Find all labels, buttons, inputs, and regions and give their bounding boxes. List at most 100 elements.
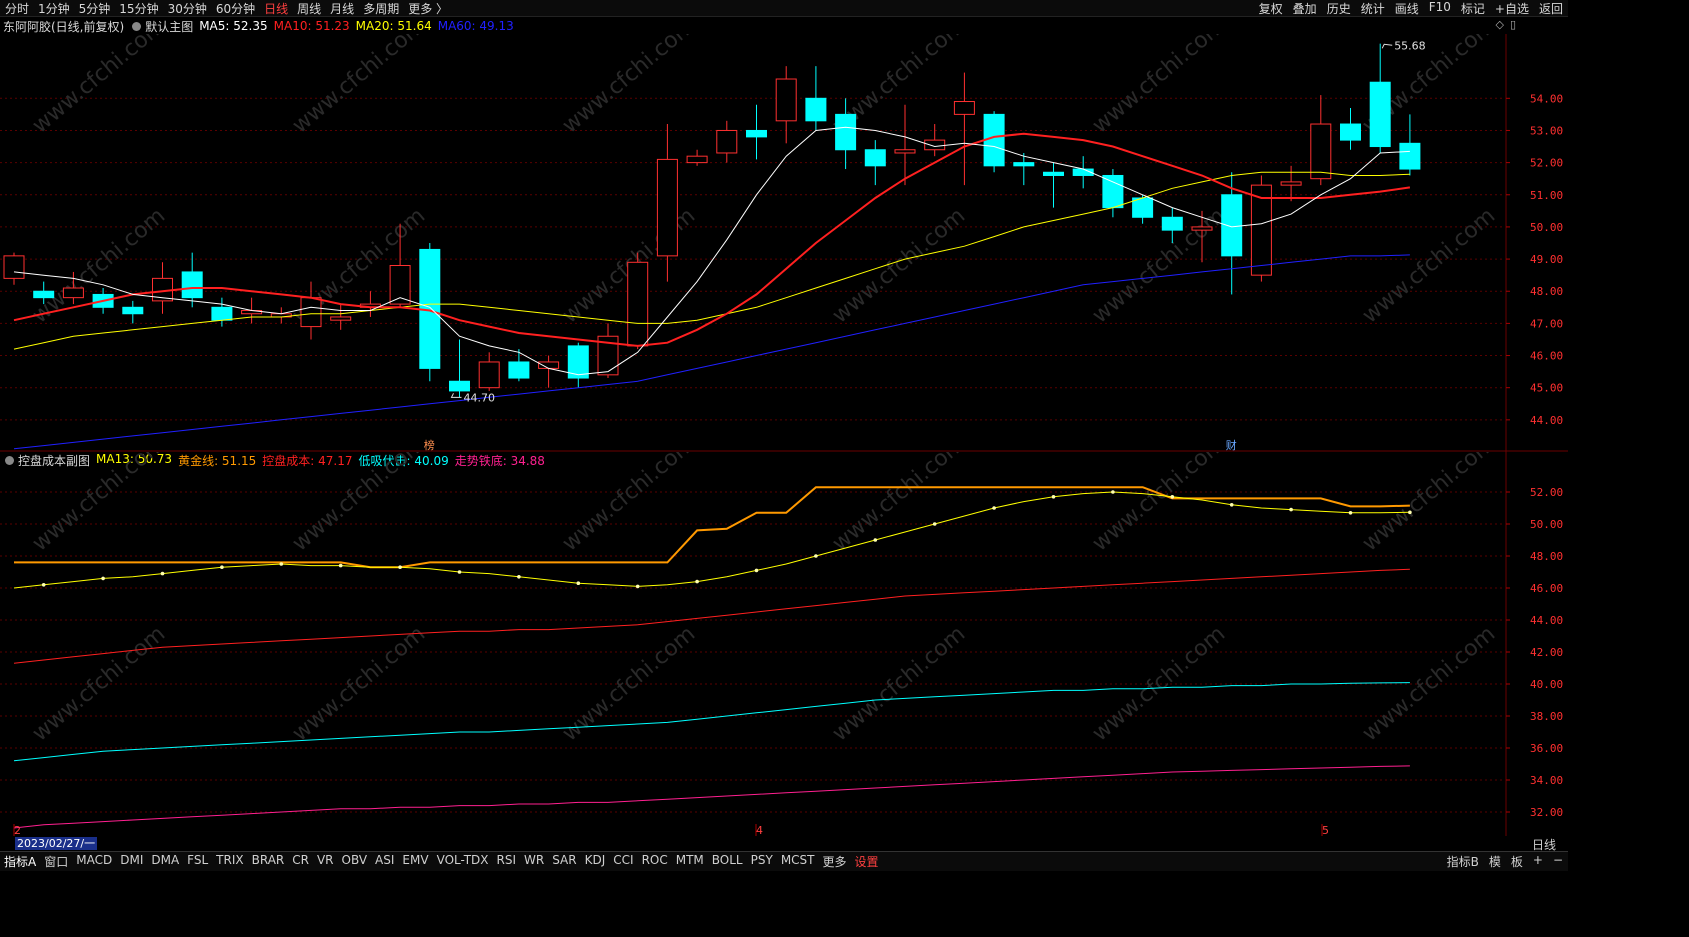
y-tick-label: 45.00: [1530, 382, 1563, 395]
ma13-dot: [1051, 495, 1056, 499]
candle-body: [122, 306, 144, 315]
y-tick-label: 49.00: [1530, 253, 1563, 266]
indicator-tab[interactable]: 设置: [851, 853, 883, 870]
indicator-tab[interactable]: CCI: [609, 853, 637, 870]
indicator-tab[interactable]: FSL: [183, 853, 212, 870]
toolbar-button[interactable]: 返回: [1534, 0, 1568, 17]
window-icon[interactable]: ▯: [1510, 18, 1516, 31]
candle-body: [538, 361, 560, 369]
indicator-tab[interactable]: TRIX: [212, 853, 247, 870]
candle-body: [3, 255, 25, 279]
period-tab[interactable]: 日线: [259, 0, 292, 17]
indicator-tab[interactable]: VR: [313, 853, 338, 870]
period-tab[interactable]: 更多 〉: [403, 0, 452, 17]
indicator-tab[interactable]: SAR: [548, 853, 580, 870]
y-tick-label: 54.00: [1530, 92, 1563, 105]
toolbar-button[interactable]: 画线: [1390, 0, 1424, 17]
high-marker: [1381, 43, 1393, 49]
period-tab[interactable]: 60分钟: [211, 0, 259, 17]
ma-legend-item: MA60: 49.13: [437, 19, 514, 33]
diamond-icon[interactable]: ◇: [1495, 18, 1503, 31]
period-tab[interactable]: 30分钟: [163, 0, 211, 17]
indicator-tab[interactable]: 更多: [819, 853, 851, 870]
indicator-tab[interactable]: DMI: [116, 853, 147, 870]
indicator-tab[interactable]: MTM: [672, 853, 708, 870]
y-tick-label: 34.00: [1530, 774, 1563, 787]
y-tick-label: 40.00: [1530, 678, 1563, 691]
tab-control[interactable]: −: [1548, 853, 1568, 870]
candle-body: [805, 97, 827, 122]
watermark-text: www.cfchi.com: [1088, 34, 1230, 139]
indicator-tab[interactable]: 指标A: [0, 853, 40, 870]
watermark-text: www.cfchi.com: [1358, 621, 1500, 746]
indicator-line-4: [13, 765, 1410, 829]
candle-body: [1221, 194, 1243, 257]
y-tick-label: 46.00: [1530, 350, 1563, 363]
period-tab[interactable]: 月线: [325, 0, 358, 17]
period-tab[interactable]: 周线: [292, 0, 325, 17]
indicator-tab[interactable]: EMV: [398, 853, 432, 870]
watermark-text: www.cfchi.com: [1088, 621, 1230, 746]
indicator-tab[interactable]: MACD: [72, 853, 116, 870]
cursor-date-label: 2023/02/27/一: [15, 837, 98, 850]
tab-control[interactable]: 指标B: [1442, 853, 1484, 870]
indicator-tab[interactable]: OBV: [338, 853, 372, 870]
event-marker-cai: 财: [1226, 438, 1237, 452]
candle-body: [1340, 123, 1361, 141]
main-chart-legend: 东阿阿胶(日线,前复权) 默认主图 MA5: 52.35 MA10: 51.23 M…: [3, 18, 526, 34]
toolbar-button[interactable]: 标记: [1456, 0, 1490, 17]
toolbar-button[interactable]: +自选: [1490, 0, 1534, 17]
indicator-tab[interactable]: ROC: [638, 853, 672, 870]
toolbar-button[interactable]: 叠加: [1288, 0, 1322, 17]
indicator-tab[interactable]: BRAR: [248, 853, 289, 870]
ma13-dot: [695, 579, 699, 584]
candle-body: [211, 306, 233, 321]
ma13-dot: [101, 576, 105, 581]
candle-body: [1191, 226, 1213, 231]
period-tab[interactable]: 多周期: [358, 0, 403, 17]
indicator-tab[interactable]: DMA: [147, 853, 183, 870]
watermark-text: www.cfchi.com: [28, 203, 170, 328]
tab-control[interactable]: 模: [1484, 853, 1506, 870]
indicator-tab[interactable]: CR: [288, 853, 313, 870]
period-tab[interactable]: 分时: [0, 0, 33, 17]
indicator-tab[interactable]: WR: [520, 853, 548, 870]
x-axis-month-marker: 4: [756, 824, 763, 836]
candlestick-chart[interactable]: 54.00 53.00 52.00 51.00 50.00 49.00 48.00 47.00…: [0, 34, 1568, 452]
y-tick-label: 48.00: [1530, 550, 1563, 563]
ma-legend-item: MA10: 51.23: [273, 19, 350, 33]
toolbar-button[interactable]: F10: [1424, 0, 1456, 17]
toolbar-button[interactable]: 历史: [1322, 0, 1356, 17]
template-dot-icon[interactable]: [132, 21, 142, 31]
indicator-chart[interactable]: 52.00 50.00 48.00 46.00 44.00 42.00 40.00 38.00…: [0, 452, 1568, 836]
tab-control[interactable]: 板: [1506, 853, 1528, 870]
candle-body: [864, 149, 886, 167]
indicator-tab[interactable]: VOL-TDX: [433, 853, 493, 870]
toolbar-right-buttons: 复权 叠加 历史 统计 画线 F10 标记 +自选 返回: [1254, 0, 1568, 17]
indicator-tab[interactable]: RSI: [493, 853, 521, 870]
period-tab[interactable]: 1分钟: [33, 0, 74, 17]
indicator-tab[interactable]: ASI: [371, 853, 398, 870]
indicator-tab[interactable]: 窗口: [40, 853, 72, 870]
indicator-tab[interactable]: BOLL: [708, 853, 747, 870]
toolbar-button[interactable]: 统计: [1356, 0, 1390, 17]
high-price-label: 55.68: [1394, 39, 1426, 52]
candle-body: [1280, 181, 1302, 186]
ma13-dot: [576, 581, 581, 585]
ma13-dot: [41, 583, 46, 587]
indicator-tab[interactable]: KDJ: [581, 853, 610, 870]
indicator-tab[interactable]: MCST: [777, 853, 819, 870]
indicator-tab[interactable]: PSY: [747, 853, 777, 870]
watermark-text: www.cfchi.com: [1088, 203, 1230, 328]
toolbar-button[interactable]: 复权: [1254, 0, 1288, 17]
tab-control[interactable]: +: [1528, 853, 1548, 870]
period-tab[interactable]: 5分钟: [74, 0, 115, 17]
period-tab[interactable]: 15分钟: [114, 0, 162, 17]
x-axis-month-marker: 5: [1322, 824, 1329, 836]
stock-title: 东阿阿胶(日线,前复权): [3, 19, 125, 34]
template-name[interactable]: 默认主图: [145, 18, 193, 35]
candle-body: [33, 290, 55, 299]
watermark-text: www.cfchi.com: [28, 452, 170, 557]
ma13-dot: [635, 584, 640, 589]
ma13-dot: [338, 563, 343, 568]
